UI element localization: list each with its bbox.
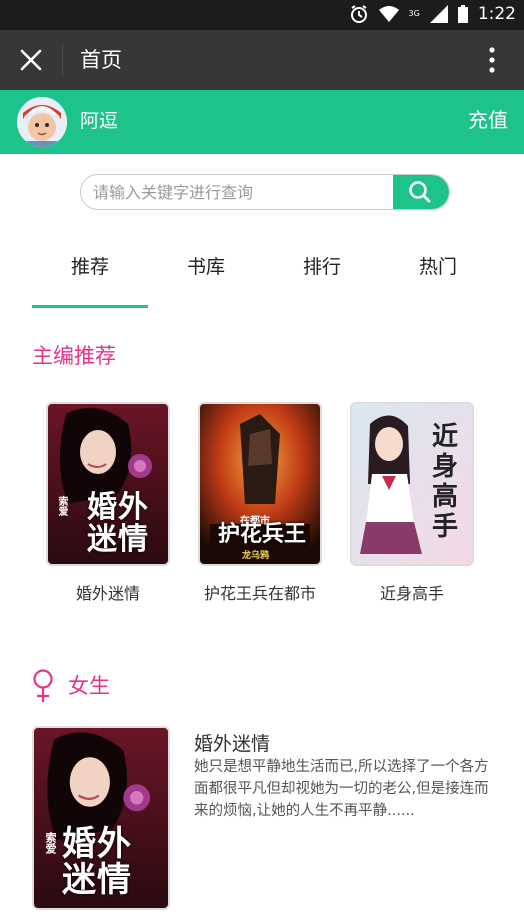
female-section-title: 女生 — [68, 674, 110, 698]
user-bar: 阿逗 充值 — [0, 90, 524, 154]
book-card[interactable]: 近身高手 近身高手 — [348, 402, 476, 604]
close-icon[interactable] — [16, 45, 46, 75]
signal-icon — [429, 5, 448, 23]
recharge-button[interactable]: 充值 — [468, 105, 508, 135]
cover-title: 婚外迷情 — [62, 824, 132, 900]
active-tab-indicator — [32, 305, 148, 308]
alarm-icon — [350, 5, 367, 23]
book-cover: 近身高手 — [350, 402, 474, 566]
book-cover: 索爱 婚外迷情 — [46, 402, 170, 566]
book-cover: 索爱 婚外迷情 — [32, 726, 170, 910]
search-input[interactable] — [81, 175, 405, 209]
tab-ranking[interactable]: 排行 — [264, 252, 380, 279]
wifi-icon — [378, 6, 399, 22]
user-name: 阿逗 — [80, 110, 119, 132]
search-icon — [409, 181, 431, 203]
book-title: 近身高手 — [379, 584, 444, 603]
book-card[interactable]: 在都市 护花兵王 龙乌鸦 护花王兵在都市 — [196, 402, 324, 604]
cover-author: 龙乌鸦 — [242, 551, 270, 561]
app-bar-divider — [62, 44, 63, 76]
more-options-icon[interactable] — [480, 45, 504, 75]
cover-title: 婚外迷情 — [87, 490, 149, 557]
app-bar: 首页 — [0, 30, 524, 90]
cover-tag: 索爱 — [44, 832, 57, 854]
network-label: 3G — [408, 9, 420, 18]
avatar-image — [17, 97, 67, 147]
status-icons: 3G 1:22 — [349, 4, 516, 24]
tab-bar: 推荐 书库 排行 热门 — [0, 238, 524, 310]
editor-picks-title: 主编推荐 — [32, 344, 116, 368]
clock-time: 1:22 — [477, 4, 516, 24]
list-item-title: 婚外迷情 — [194, 733, 271, 755]
battery-icon — [457, 5, 468, 23]
book-title: 婚外迷情 — [75, 584, 140, 603]
female-icon — [33, 669, 53, 702]
search-button[interactable] — [393, 175, 449, 209]
book-card[interactable]: 索爱 婚外迷情 婚外迷情 — [44, 402, 172, 604]
tab-library[interactable]: 书库 — [148, 252, 264, 279]
tab-hot[interactable]: 热门 — [380, 252, 496, 279]
cover-title: 护花兵王 — [217, 521, 306, 547]
page-title: 首页 — [80, 48, 122, 72]
cover-title: 近身高手 — [431, 422, 458, 542]
list-item[interactable]: 索爱 婚外迷情 婚外迷情 她只是想平静地生活而已,所以选择了一个各方面都很平凡但… — [32, 726, 502, 916]
tab-recommend[interactable]: 推荐 — [32, 252, 148, 279]
search-box — [80, 174, 450, 210]
avatar[interactable] — [17, 97, 67, 147]
status-bar: 3G 1:22 — [0, 0, 524, 30]
book-cover: 在都市 护花兵王 龙乌鸦 — [198, 402, 322, 566]
list-item-description: 她只是想平静地生活而已,所以选择了一个各方面都很平凡但却视她为一切的老公,但是接… — [194, 759, 489, 819]
book-title: 护花王兵在都市 — [203, 584, 316, 603]
cover-tag: 索爱 — [56, 496, 67, 516]
